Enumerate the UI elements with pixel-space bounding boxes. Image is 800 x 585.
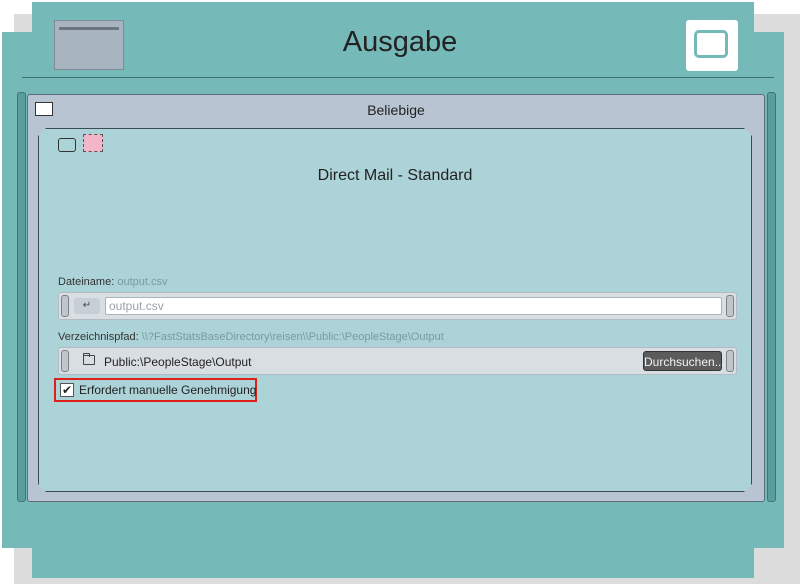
- panel-title: Beliebige: [367, 102, 425, 118]
- filename-row: ↵ output.csv: [58, 292, 737, 320]
- directory-row: Public:\PeopleStage\Output Durchsuchen..…: [58, 347, 737, 375]
- folder-icon: [83, 353, 95, 365]
- left-scroll-rail[interactable]: [17, 92, 26, 502]
- output-panel: Beliebige Direct Mail - Standard Dateina…: [27, 94, 765, 502]
- row-right-handle: [726, 295, 734, 317]
- browse-button[interactable]: Durchsuchen...: [643, 351, 725, 371]
- filename-value: output.csv: [117, 276, 168, 288]
- window-frame-icon: [694, 30, 728, 58]
- directory-label: Verzeichnispfad:: [58, 331, 139, 343]
- panel-header: Beliebige: [28, 95, 764, 124]
- filename-label-line: Dateiname: output.csv: [58, 276, 167, 288]
- row-left-handle: [61, 295, 69, 317]
- page-title: Ausgabe: [342, 26, 458, 58]
- outline-icon[interactable]: [58, 138, 76, 152]
- filename-label: Dateiname:: [58, 276, 115, 288]
- right-scroll-rail[interactable]: [767, 92, 776, 502]
- checkmark-icon[interactable]: ✔: [60, 383, 74, 397]
- return-arrow-icon: ↵: [74, 298, 100, 314]
- filename-input[interactable]: output.csv: [105, 297, 722, 315]
- manual-approval-label: Erfordert manuelle Genehmigung: [79, 383, 257, 397]
- directory-value: \\?FastStatsBaseDirectory\reisen\\Public…: [141, 331, 444, 343]
- color-swatch[interactable]: [83, 134, 103, 152]
- manual-approval-checkbox[interactable]: ✔ Erfordert manuelle Genehmigung: [54, 378, 257, 402]
- row-right-handle: [726, 350, 734, 372]
- window-frame-button[interactable]: [686, 20, 738, 71]
- row-left-handle: [61, 350, 69, 372]
- header-divider: [22, 77, 774, 78]
- section-title: Direct Mail - Standard: [317, 167, 473, 184]
- directory-label-line: Verzeichnispfad: \\?FastStatsBaseDirecto…: [58, 331, 444, 343]
- directory-path: Public:\PeopleStage\Output: [104, 355, 252, 369]
- channel-box: Direct Mail - Standard Dateiname: output…: [38, 128, 752, 492]
